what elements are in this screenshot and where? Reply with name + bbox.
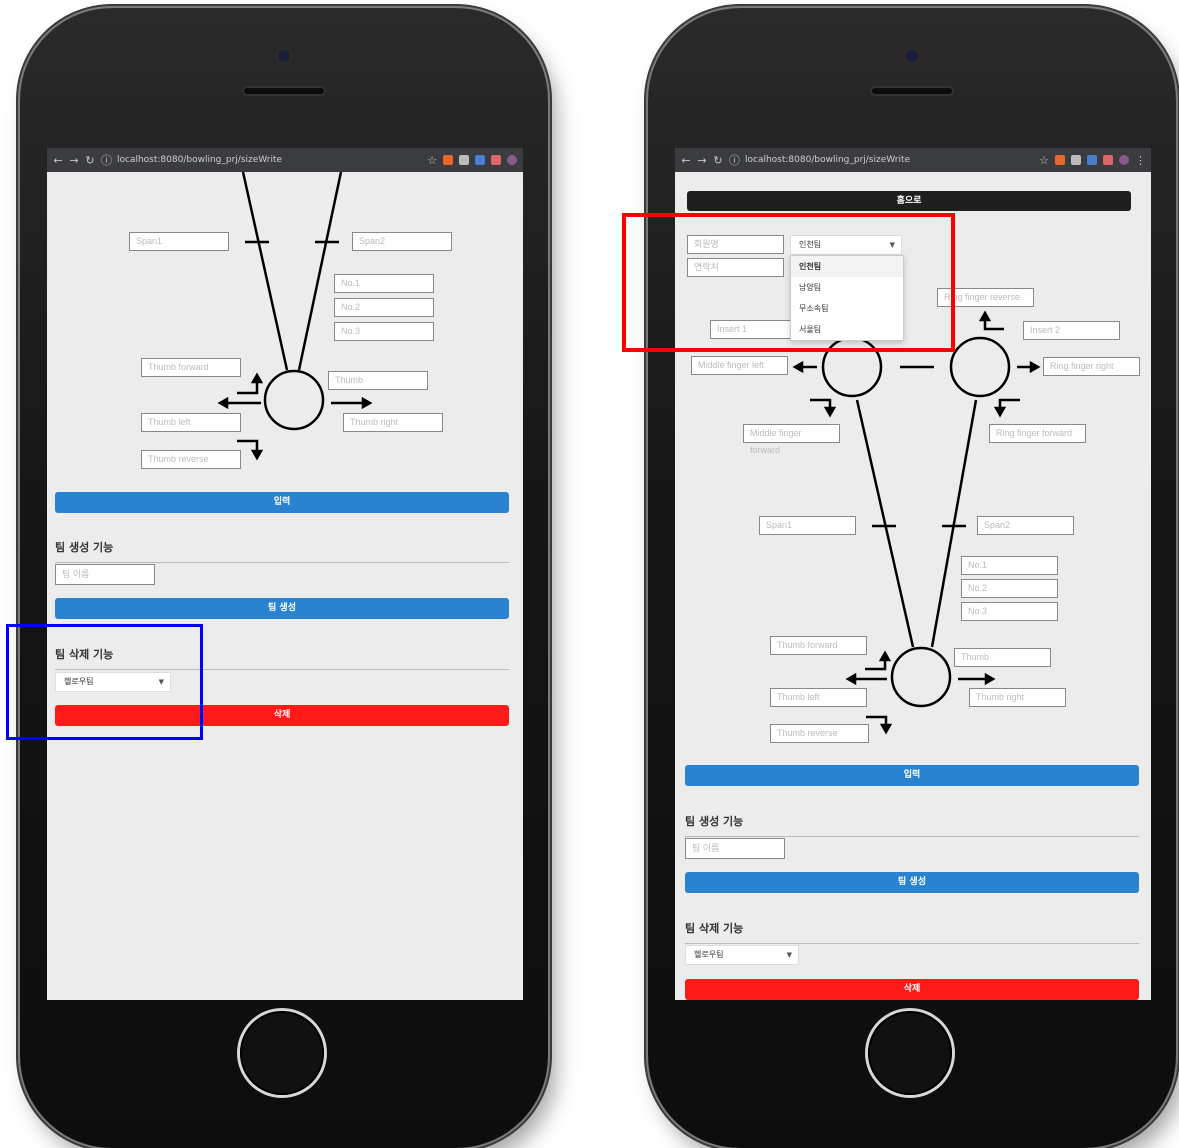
speaker-grille: [870, 86, 954, 96]
extension-icon[interactable]: [443, 155, 453, 165]
extension-icon[interactable]: [1055, 155, 1065, 165]
divider: [55, 562, 509, 563]
span1-field[interactable]: Span1: [129, 232, 229, 251]
camera-icon: [906, 50, 918, 62]
divider: [685, 836, 1139, 837]
address-bar[interactable]: localhost:8080/bowling_prj/sizeWrite: [117, 155, 421, 165]
extension-icon[interactable]: [491, 155, 501, 165]
team-create-title: 팀 생성 기능: [685, 815, 744, 828]
submit-button[interactable]: 입력: [55, 492, 509, 513]
team-name-input[interactable]: 팀 이름: [55, 564, 155, 585]
screen-left: ← → ↻ ⓘ localhost:8080/bowling_prj/sizeW…: [47, 148, 523, 1000]
star-icon[interactable]: ☆: [427, 154, 437, 167]
menu-icon[interactable]: ⋮: [1135, 154, 1146, 167]
team-delete-select[interactable]: 헬로우팀 ▼: [685, 945, 799, 965]
highlight-box-blue: [6, 624, 203, 740]
span2-field[interactable]: Span2: [352, 232, 452, 251]
ring-finger-right-field[interactable]: Ring finger right: [1043, 357, 1140, 376]
reload-icon[interactable]: ↻: [713, 154, 723, 167]
team-create-button[interactable]: 팀 생성: [55, 598, 509, 619]
chevron-down-icon: ▼: [786, 951, 792, 959]
thumb-field[interactable]: Thumb: [328, 371, 428, 390]
reload-icon[interactable]: ↻: [85, 154, 95, 167]
delete-button[interactable]: 삭제: [685, 979, 1139, 1000]
extension-icon[interactable]: [1087, 155, 1097, 165]
info-icon: ⓘ: [729, 154, 740, 167]
thumb-forward-field[interactable]: Thumb forward: [770, 636, 867, 655]
home-button[interactable]: [240, 1011, 324, 1095]
thumb-right-field[interactable]: Thumb right: [969, 688, 1066, 707]
thumb-reverse-field[interactable]: Thumb reverse: [141, 450, 241, 469]
no1-field[interactable]: No.1: [961, 556, 1058, 575]
thumb-diagram: [217, 172, 373, 461]
thumb-forward-field[interactable]: Thumb forward: [141, 358, 241, 377]
select-value: 헬로우팀: [694, 950, 724, 959]
thumb-reverse-field[interactable]: Thumb reverse: [770, 724, 869, 743]
no2-field[interactable]: No.2: [334, 298, 434, 317]
extension-icon[interactable]: [1103, 155, 1113, 165]
phone-frame-right: ← → ↻ ⓘ localhost:8080/bowling_prj/sizeW…: [648, 8, 1176, 1148]
middle-finger-left-field[interactable]: Middle finger left: [691, 356, 788, 375]
back-icon[interactable]: ←: [53, 154, 63, 167]
extension-icon[interactable]: [1071, 155, 1081, 165]
thumb-right-field[interactable]: Thumb right: [343, 413, 443, 432]
forward-icon[interactable]: →: [69, 154, 79, 167]
middle-finger-forward-field[interactable]: Middle finger forward: [743, 424, 840, 455]
forward-icon[interactable]: →: [697, 154, 707, 167]
team-create-title: 팀 생성 기능: [55, 541, 114, 554]
no3-field[interactable]: No.3: [961, 602, 1058, 621]
browser-toolbar: ← → ↻ ⓘ localhost:8080/bowling_prj/sizeW…: [675, 148, 1151, 172]
avatar[interactable]: [1119, 155, 1129, 165]
info-icon: ⓘ: [101, 154, 112, 167]
address-bar[interactable]: localhost:8080/bowling_prj/sizeWrite: [745, 155, 1033, 165]
span1-field[interactable]: Span1: [759, 516, 856, 535]
extension-icon[interactable]: [475, 155, 485, 165]
star-icon[interactable]: ☆: [1039, 154, 1049, 167]
span2-field[interactable]: Span2: [977, 516, 1074, 535]
back-icon[interactable]: ←: [681, 154, 691, 167]
no3-field[interactable]: No.3: [334, 322, 434, 341]
submit-button[interactable]: 입력: [685, 765, 1139, 786]
avatar[interactable]: [507, 155, 517, 165]
team-delete-title: 팀 삭제 기능: [685, 922, 744, 935]
browser-toolbar: ← → ↻ ⓘ localhost:8080/bowling_prj/sizeW…: [47, 148, 523, 172]
highlight-box-red: [622, 213, 955, 352]
no1-field[interactable]: No.1: [334, 274, 434, 293]
speaker-grille: [242, 86, 326, 96]
no2-field[interactable]: No.2: [961, 579, 1058, 598]
camera-icon: [278, 50, 290, 62]
ring-finger-forward-field[interactable]: Ring finger forward: [989, 424, 1086, 443]
thumb-field[interactable]: Thumb: [954, 648, 1051, 667]
home-button[interactable]: [868, 1011, 952, 1095]
thumb-left-field[interactable]: Thumb left: [770, 688, 867, 707]
team-name-input[interactable]: 팀 이름: [685, 838, 785, 859]
phone-frame-left: ← → ↻ ⓘ localhost:8080/bowling_prj/sizeW…: [20, 8, 548, 1148]
team-create-button[interactable]: 팀 생성: [685, 872, 1139, 893]
extension-icon[interactable]: [459, 155, 469, 165]
divider: [685, 943, 1139, 944]
thumb-left-field[interactable]: Thumb left: [141, 413, 241, 432]
insert2-field[interactable]: Insert 2: [1023, 321, 1120, 340]
